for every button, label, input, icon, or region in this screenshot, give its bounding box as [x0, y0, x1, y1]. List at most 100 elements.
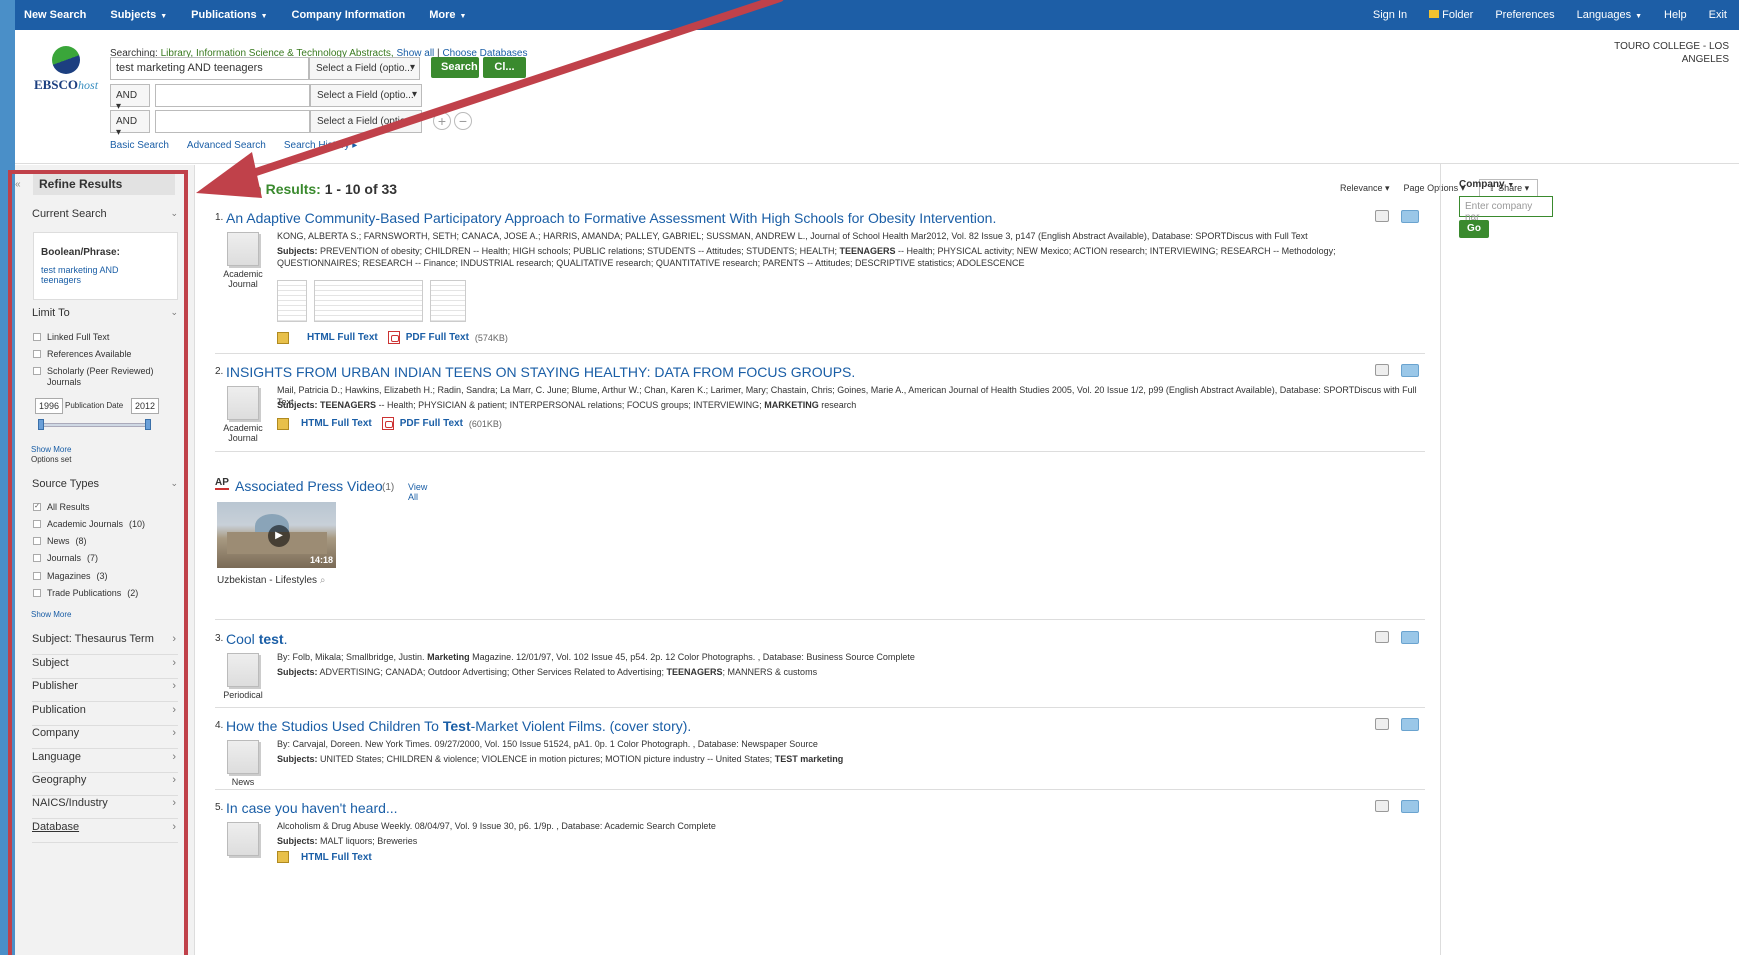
facet-database[interactable]: Database › [32, 821, 178, 843]
source-academic-journals[interactable]: Academic Journals (10) [33, 519, 173, 530]
limit-references-available[interactable]: References Available [33, 349, 173, 360]
search-input-2[interactable] [155, 84, 310, 107]
checkbox[interactable] [33, 589, 41, 597]
record-title-link[interactable]: Cool test. [226, 631, 287, 647]
checkbox[interactable] [33, 572, 41, 580]
preview-icon[interactable] [1375, 631, 1389, 643]
ap-view-all-link[interactable]: View All [408, 482, 427, 502]
company-go-button[interactable]: Go [1459, 220, 1489, 238]
field-select-1[interactable]: Select a Field (optio... [309, 57, 420, 80]
facet-language[interactable]: Language › [32, 751, 178, 773]
source-all-results[interactable]: ✓ All Results [33, 502, 173, 513]
slider-handle-start[interactable] [38, 419, 44, 430]
preview-icon[interactable] [1375, 210, 1389, 222]
options-set-link[interactable]: Options set [31, 455, 71, 464]
facet-naics-industry[interactable]: NAICS/Industry › [32, 797, 178, 819]
checkbox[interactable] [33, 333, 41, 341]
checkbox[interactable] [33, 537, 41, 545]
html-full-text-link[interactable]: HTML Full Text [307, 332, 378, 343]
facet-subject-thesaurus[interactable]: Subject: Thesaurus Term › [32, 633, 178, 655]
field-select-3[interactable]: Select a Field (optio... [310, 110, 422, 133]
pdf-full-text-link[interactable]: PDF Full Text [406, 332, 469, 343]
nav-languages[interactable]: Languages ▼ [1577, 9, 1642, 21]
limit-scholarly[interactable]: Scholarly (Peer Reviewed) Journals [33, 366, 173, 388]
source-types-header[interactable]: Source Types ⌄ [32, 478, 178, 490]
current-search-header[interactable]: Current Search ⌄ [32, 208, 178, 220]
remove-row-icon[interactable]: − [454, 112, 472, 130]
nav-subjects[interactable]: Subjects ▼ [110, 9, 167, 21]
search-input-3[interactable] [155, 110, 310, 133]
company-widget-heading[interactable]: Company ▼ [1459, 179, 1514, 190]
advanced-search-link[interactable]: Advanced Search [187, 140, 266, 151]
limits-show-more[interactable]: Show More [31, 445, 71, 454]
search-history-link[interactable]: Search History ▸ [284, 140, 357, 151]
play-icon[interactable]: ▶ [268, 525, 290, 547]
video-caption[interactable]: Uzbekistan - Lifestyles ⌕ [217, 575, 325, 586]
relevance-sort[interactable]: Relevance ▾ [1340, 183, 1390, 194]
limit-to-header[interactable]: Limit To ⌄ [32, 307, 178, 319]
add-row-icon[interactable]: + [433, 112, 451, 130]
nav-publications[interactable]: Publications ▼ [191, 9, 267, 21]
figure-thumbnail[interactable] [277, 280, 307, 322]
nav-new-search[interactable]: New Search [24, 9, 86, 21]
facet-geography[interactable]: Geography › [32, 774, 178, 796]
add-to-folder-icon[interactable] [1401, 210, 1419, 223]
search-input-1[interactable]: test marketing AND teenagers [110, 57, 309, 80]
date-from-input[interactable]: 1996 [35, 398, 63, 414]
checkbox[interactable] [33, 520, 41, 528]
checkbox[interactable] [33, 554, 41, 562]
table-thumbnail[interactable] [430, 280, 466, 322]
boolean-phrase-value[interactable]: test marketing AND teenagers [41, 265, 151, 285]
record-title-link[interactable]: An Adaptive Community-Based Participator… [226, 210, 996, 226]
boolean-select-3[interactable]: AND ▾ [110, 110, 150, 138]
record-title-link[interactable]: How the Studios Used Children To Test-Ma… [226, 718, 691, 734]
record-title-link[interactable]: In case you haven't heard... [226, 800, 398, 816]
facet-publisher[interactable]: Publisher › [32, 680, 178, 702]
field-select-2[interactable]: Select a Field (optio... [310, 84, 422, 107]
table-thumbnail[interactable] [314, 280, 423, 322]
facet-subject[interactable]: Subject › [32, 657, 178, 679]
checkbox-checked[interactable]: ✓ [33, 503, 41, 511]
ebscohost-logo[interactable]: EBSCOhost [29, 46, 103, 93]
source-magazines[interactable]: Magazines (3) [33, 571, 173, 582]
html-full-text-link[interactable]: HTML Full Text [301, 418, 372, 429]
nav-sign-in[interactable]: Sign In [1373, 9, 1407, 21]
record-title-link[interactable]: INSIGHTS FROM URBAN INDIAN TEENS ON STAY… [226, 364, 855, 380]
nav-folder[interactable]: Folder [1429, 9, 1473, 21]
source-journals[interactable]: Journals (7) [33, 553, 173, 564]
nav-preferences[interactable]: Preferences [1495, 9, 1554, 21]
facet-company[interactable]: Company › [32, 727, 178, 749]
preview-icon[interactable] [1375, 718, 1389, 730]
add-to-folder-icon[interactable] [1401, 364, 1419, 377]
nav-company-information[interactable]: Company Information [292, 9, 406, 21]
clear-button[interactable]: Cl... [483, 57, 526, 78]
pdf-full-text-link[interactable]: PDF Full Text [400, 418, 463, 429]
preview-icon[interactable] [1375, 364, 1389, 376]
preview-icon[interactable]: ⌕ [320, 575, 326, 586]
checkbox[interactable] [33, 350, 41, 358]
video-thumbnail[interactable]: ▶ 14:18 [217, 502, 336, 568]
boolean-select-2[interactable]: AND ▾ [110, 84, 150, 112]
html-full-text-link[interactable]: HTML Full Text [301, 852, 372, 863]
source-trade-publications[interactable]: Trade Publications (2) [33, 588, 173, 599]
nav-exit[interactable]: Exit [1709, 9, 1727, 21]
sources-show-more[interactable]: Show More [31, 610, 71, 619]
ap-video-title[interactable]: Associated Press Video [235, 478, 383, 494]
checkbox[interactable] [33, 367, 41, 375]
add-to-folder-icon[interactable] [1401, 718, 1419, 731]
date-range-slider[interactable] [40, 423, 150, 427]
collapse-sidebar-icon[interactable]: « [15, 179, 21, 190]
basic-search-link[interactable]: Basic Search [110, 140, 169, 151]
facet-publication[interactable]: Publication › [32, 704, 178, 726]
slider-handle-end[interactable] [145, 419, 151, 430]
limit-linked-full-text[interactable]: Linked Full Text [33, 332, 173, 343]
source-news[interactable]: News (8) [33, 536, 173, 547]
nav-more[interactable]: More ▼ [429, 9, 466, 21]
date-to-input[interactable]: 2012 [131, 398, 159, 414]
add-to-folder-icon[interactable] [1401, 800, 1419, 813]
add-to-folder-icon[interactable] [1401, 631, 1419, 644]
company-search-input[interactable]: Enter company nar [1459, 196, 1553, 223]
nav-help[interactable]: Help [1664, 9, 1687, 21]
search-button[interactable]: Search [431, 57, 479, 78]
preview-icon[interactable] [1375, 800, 1389, 812]
